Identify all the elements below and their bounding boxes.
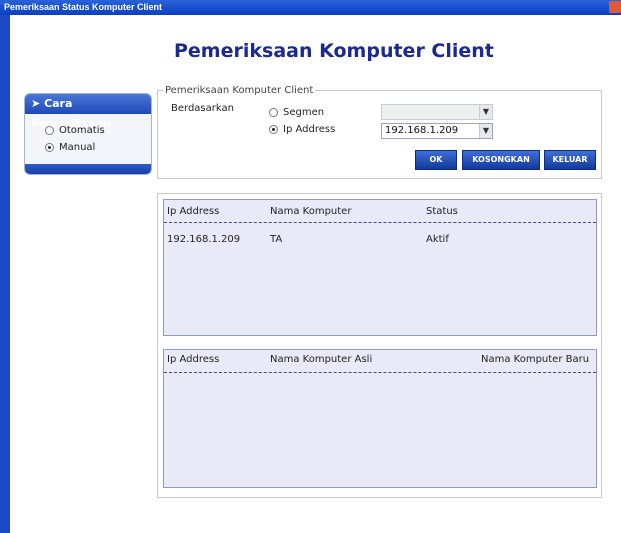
cell-ip[interactable]: 192.168.1.209	[167, 234, 240, 245]
radio-segmen[interactable]: Segmen	[269, 107, 324, 118]
chevron-down-icon[interactable]: ▼	[479, 124, 492, 138]
radio-ip-label: Ip Address	[283, 124, 336, 135]
column-header-nama: Nama Komputer	[270, 206, 352, 217]
radio-otomatis-label: Otomatis	[59, 125, 105, 136]
kosongkan-button[interactable]: KOSONGKAN	[462, 150, 540, 170]
status-table[interactable]: Ip Address Nama Komputer Status 192.168.…	[163, 199, 597, 336]
sidebar-footer	[25, 164, 151, 174]
radio-otomatis[interactable]: Otomatis	[45, 125, 105, 136]
window-left-border	[0, 15, 10, 533]
radio-manual-label: Manual	[59, 142, 96, 153]
header-divider	[164, 222, 596, 223]
column-header-status: Status	[426, 206, 458, 217]
ip-address-value: 192.168.1.209	[385, 125, 459, 136]
ip-address-dropdown[interactable]: 192.168.1.209 ▼	[381, 123, 493, 139]
arrow-icon: ➤	[31, 97, 41, 110]
radio-selected-icon	[45, 142, 54, 152]
cell-nama[interactable]: TA	[270, 234, 282, 245]
radio-ip-address[interactable]: Ip Address	[269, 124, 335, 135]
radio-icon	[45, 125, 54, 135]
cell-status[interactable]: Aktif	[426, 234, 449, 245]
column-header-ip: Ip Address	[167, 354, 220, 365]
ok-button[interactable]: OK	[415, 150, 457, 170]
radio-segmen-label: Segmen	[283, 107, 325, 118]
column-header-ip: Ip Address	[167, 206, 220, 217]
berdasarkan-label: Berdasarkan	[171, 103, 234, 114]
close-icon[interactable]	[609, 1, 621, 13]
radio-selected-icon	[269, 124, 278, 134]
window-titlebar: Pemeriksaan Status Komputer Client	[0, 0, 621, 15]
cara-pemeriksaan-panel: ➤ Cara Pemeriksaan Otomatis Manual	[24, 93, 152, 175]
rename-table[interactable]: Ip Address Nama Komputer Asli Nama Kompu…	[163, 349, 597, 488]
radio-icon	[269, 107, 278, 117]
page-title: Pemeriksaan Komputer Client	[174, 40, 494, 62]
segmen-dropdown[interactable]: ▼	[381, 104, 493, 120]
window-title: Pemeriksaan Status Komputer Client	[4, 2, 163, 12]
fieldset-legend: Pemeriksaan Komputer Client	[163, 85, 316, 96]
keluar-button[interactable]: KELUAR	[544, 150, 596, 170]
chevron-down-icon[interactable]: ▼	[479, 105, 492, 119]
cara-pemeriksaan-header: ➤ Cara Pemeriksaan	[25, 94, 151, 130]
column-header-nama-baru: Nama Komputer Baru	[481, 354, 590, 365]
radio-manual[interactable]: Manual	[45, 142, 95, 153]
header-divider	[164, 372, 596, 373]
column-header-nama-asli: Nama Komputer Asli	[270, 354, 373, 365]
